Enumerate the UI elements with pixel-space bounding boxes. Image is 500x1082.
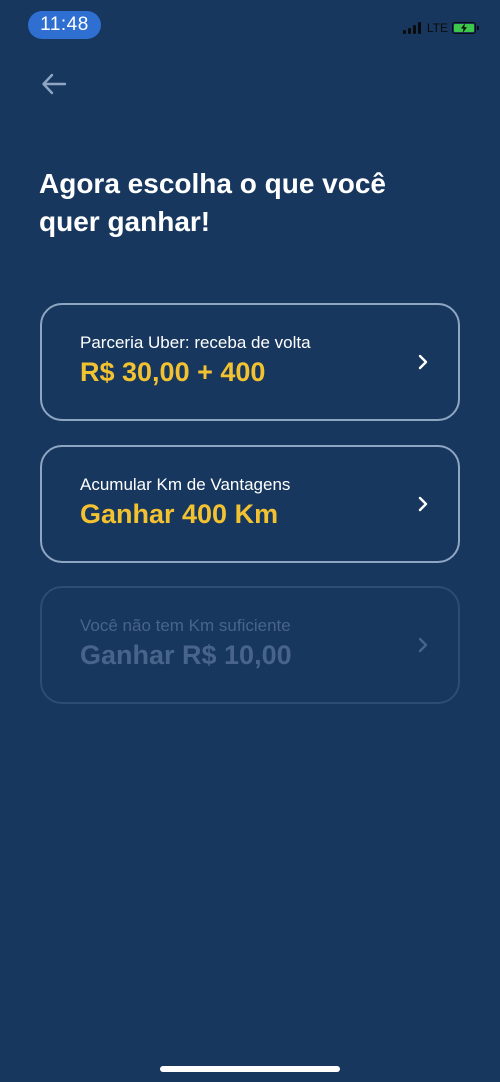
option-subtitle: Acumular Km de Vantagens: [80, 475, 291, 494]
option-redeem-cash-disabled: Você não tem Km suficiente Ganhar R$ 10,…: [40, 586, 460, 704]
chevron-right-icon: [416, 636, 430, 654]
status-time: 11:48: [28, 11, 101, 39]
arrow-left-icon: [42, 73, 67, 95]
network-type: LTE: [426, 21, 448, 35]
option-uber-partnership[interactable]: Parceria Uber: receba de volta R$ 30,00 …: [40, 303, 460, 421]
option-value: Ganhar 400 Km: [80, 499, 279, 529]
signal-icon: [402, 22, 421, 34]
page-title-line-1: Agora escolha o que você: [39, 168, 386, 199]
chevron-right-icon: [416, 353, 430, 371]
status-bar: 11:48 LTE: [0, 0, 500, 50]
option-subtitle: Você não tem Km suficiente: [80, 616, 291, 635]
page-title: Agora escolha o que você quer ganhar!: [39, 165, 439, 241]
home-indicator[interactable]: [160, 1066, 340, 1072]
battery-icon: [452, 22, 479, 34]
option-accumulate-km[interactable]: Acumular Km de Vantagens Ganhar 400 Km: [40, 445, 460, 563]
option-subtitle: Parceria Uber: receba de volta: [80, 333, 311, 352]
status-indicators: LTE: [402, 21, 479, 35]
charging-bolt-icon: [461, 23, 467, 33]
page-title-line-2: quer ganhar!: [39, 206, 211, 237]
option-value: R$ 30,00 + 400: [80, 357, 266, 387]
option-value: Ganhar R$ 10,00: [80, 640, 292, 670]
back-button[interactable]: [38, 70, 70, 98]
chevron-right-icon: [416, 495, 430, 513]
